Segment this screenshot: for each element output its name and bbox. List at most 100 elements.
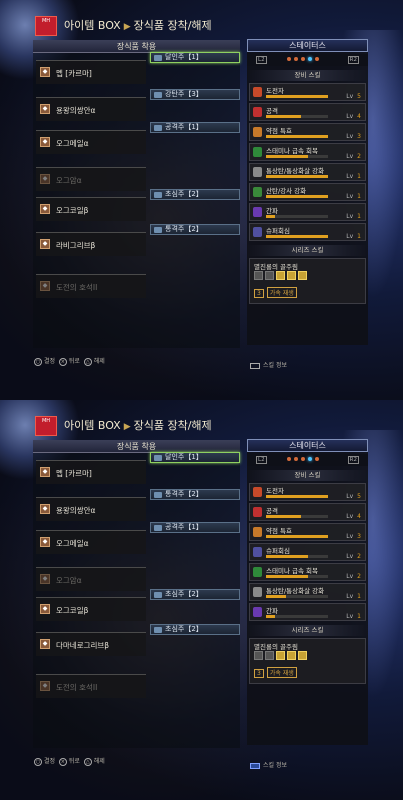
decoration-gem-icon (154, 592, 162, 598)
skill-level: Lv 4 (346, 113, 361, 120)
skill-icon (253, 607, 262, 617)
decoration-label: 공격주【1】 (165, 523, 203, 531)
armor-name: 오그메일α (56, 539, 89, 548)
armor-name: 라비그리브β (56, 241, 96, 250)
armor-slot[interactable]: ◆ 용왕의쌍안α (36, 497, 146, 521)
game-logo: MH (35, 416, 57, 436)
decoration-slot[interactable]: 공격주【1】 (150, 522, 240, 533)
skill-info-toggle[interactable]: 스킬 정보 (250, 760, 287, 769)
decoration-slot[interactable]: 초심주【2】 (150, 189, 240, 200)
armor-slot[interactable]: ◆ 오그코일β (36, 197, 146, 221)
skill-level: Lv 3 (346, 533, 361, 540)
decoration-slot[interactable]: 초심주【2】 (150, 624, 240, 635)
armor-piece-icon: ◆ (40, 137, 50, 147)
skill-info-toggle[interactable]: 스킬 정보 (250, 360, 287, 369)
title-item-box[interactable]: 아이템 BOX (64, 419, 121, 432)
decoration-gem-icon (154, 492, 162, 498)
skill-item[interactable]: 간파 Lv 1 (249, 603, 366, 621)
armor-slot[interactable]: ◆ 오그코일β (36, 597, 146, 621)
skill-level: Lv 4 (346, 513, 361, 520)
skill-icon (253, 227, 262, 237)
title-item-box[interactable]: 아이템 BOX (64, 19, 121, 32)
skill-item[interactable]: 스태미나 급속 회복 Lv 2 (249, 143, 366, 161)
set-skill-item[interactable]: 멸진룡의 골주림 3 가속 재생 (249, 638, 366, 684)
skill-level-bar (266, 535, 328, 538)
armor-slot[interactable]: ◆ 오그암α (36, 167, 146, 191)
decoration-gem-icon (154, 192, 162, 198)
skill-icon (253, 87, 262, 97)
armor-slot[interactable]: ◆ 오그메일α (36, 130, 146, 154)
skills-header: 장비 스킬 (247, 470, 368, 481)
skill-item[interactable]: 통상탄/통상화살 강화 Lv 1 (249, 583, 366, 601)
skill-level: Lv 1 (346, 593, 361, 600)
skill-item[interactable]: 슈퍼회심 Lv 2 (249, 543, 366, 561)
skills-header: 장비 스킬 (247, 70, 368, 81)
decoration-slot[interactable]: 공격주【1】 (150, 122, 240, 133)
skill-item[interactable]: 공격 Lv 4 (249, 503, 366, 521)
decoration-label: 달인주【1】 (165, 53, 203, 61)
skill-item[interactable]: 스태미나 급속 회복 Lv 2 (249, 563, 366, 581)
armor-name: 도전의 호석II (56, 283, 98, 292)
skill-item[interactable]: 공격 Lv 4 (249, 103, 366, 121)
tab-next-button[interactable]: R2 (347, 456, 359, 464)
decoration-label: 통격주【2】 (165, 490, 203, 498)
skill-level: Lv 1 (346, 613, 361, 620)
skill-item[interactable]: 슈퍼회심 Lv 1 (249, 223, 366, 241)
decoration-slot[interactable]: 통격주【2】 (150, 489, 240, 500)
armor-slot[interactable]: ◆ 용왕의쌍안α (36, 97, 146, 121)
armor-slot[interactable]: ◆ 오그암α (36, 567, 146, 591)
circle-button-icon: ○ (34, 757, 42, 766)
armor-slot[interactable]: ◆ 다마네로그리브β (36, 632, 146, 656)
decoration-slot[interactable]: 달인주【1】 (150, 452, 240, 463)
skill-item[interactable]: 약점 특효 Lv 3 (249, 123, 366, 141)
armor-slot[interactable]: ◆ 멥 [카르마] (36, 460, 146, 484)
game-logo: MH (35, 16, 57, 36)
set-name: 멸진룡의 골주림 (254, 643, 298, 651)
skill-level-bar (266, 495, 328, 498)
decoration-slot[interactable]: 달인주【1】 (150, 52, 240, 63)
armor-piece-icon: ◆ (40, 204, 50, 214)
skill-name: 간파 (266, 607, 278, 615)
cross-button-icon: × (58, 357, 67, 366)
armor-name: 멥 [카르마] (56, 469, 92, 478)
hint-confirm: 결정 (44, 758, 56, 765)
skill-level-bar (266, 135, 328, 138)
tab-next-button[interactable]: R2 (347, 56, 359, 64)
skill-name: 공격 (266, 107, 278, 115)
status-header: 스테이터스 (247, 39, 368, 52)
skill-item[interactable]: 약점 특효 Lv 3 (249, 523, 366, 541)
hint-back: 뒤로 (68, 358, 80, 365)
skill-icon (253, 567, 262, 577)
skill-level-bar (266, 595, 328, 598)
armor-slot[interactable]: ◆ 오그메일α (36, 530, 146, 554)
skill-icon (253, 127, 262, 137)
set-bonus-name: 가속 재생 (266, 667, 297, 678)
decoration-slot[interactable]: 초심주【2】 (150, 589, 240, 600)
armor-slot[interactable]: ◆ 멥 [카르마] (36, 60, 146, 84)
page-title: 아이템 BOX ▶ 장식품 장착/해제 (64, 417, 212, 433)
tab-prev-button[interactable]: L2 (256, 456, 267, 464)
armor-slot[interactable]: ◆ 도전의 호석II (36, 674, 146, 698)
set-piece-icons (254, 651, 309, 662)
set-skill-item[interactable]: 멸진룡의 골주림 3 가속 재생 (249, 258, 366, 304)
skill-level-bar (266, 215, 328, 218)
armor-slot[interactable]: ◆ 도전의 호석II (36, 274, 146, 298)
decoration-gem-icon (154, 227, 162, 233)
decoration-slot[interactable]: 강탄주【3】 (150, 89, 240, 100)
skill-item[interactable]: 도전자 Lv 5 (249, 83, 366, 101)
decoration-slot[interactable]: 통격주【2】 (150, 224, 240, 235)
armor-name: 용왕의쌍안α (56, 506, 96, 515)
hint-remove: 해제 (93, 358, 105, 365)
hint-remove: 해제 (93, 758, 105, 765)
hint-confirm: 결정 (44, 358, 56, 365)
skill-item[interactable]: 통상탄/통상화살 강화 Lv 1 (249, 163, 366, 181)
armor-piece-icon: ◆ (40, 467, 50, 477)
skill-item[interactable]: 산탄/강사 강화 Lv 1 (249, 183, 366, 201)
armor-slot[interactable]: ◆ 라비그리브β (36, 232, 146, 256)
skill-name: 도전자 (266, 87, 284, 95)
skill-name: 간파 (266, 207, 278, 215)
skill-item[interactable]: 간파 Lv 1 (249, 203, 366, 221)
skill-item[interactable]: 도전자 Lv 5 (249, 483, 366, 501)
armor-piece-icon: ◆ (40, 604, 50, 614)
tab-prev-button[interactable]: L2 (256, 56, 267, 64)
